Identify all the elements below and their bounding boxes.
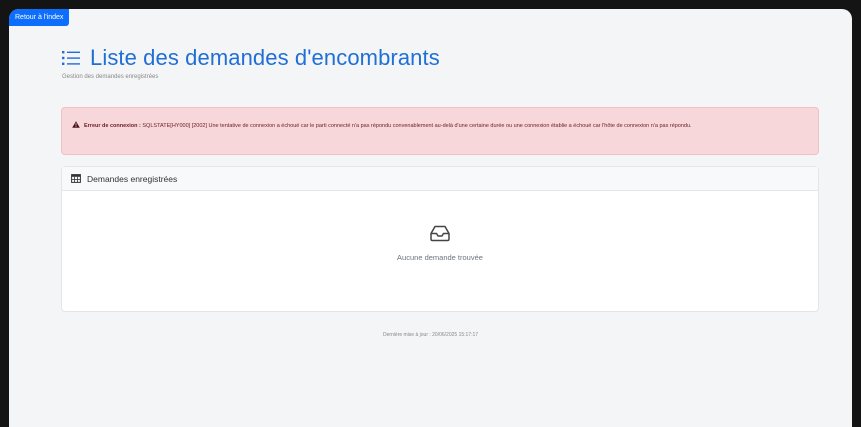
alert-label: Erreur de connexion : (84, 123, 141, 129)
last-update-footer: Dernière mise à jour : 20/06/2025 15:17:… (382, 332, 479, 338)
empty-message: Aucune demande trouvée (397, 253, 483, 262)
card-header: Demandes enregistrées (62, 167, 818, 191)
page-header: Liste des demandes d'encombrants Gestion… (61, 45, 440, 80)
page-subtitle: Gestion des demandes enregistrées (62, 74, 159, 80)
table-icon (71, 174, 81, 183)
error-alert: Erreur de connexion : SQLSTATE[HY000] [2… (61, 107, 819, 155)
inbox-icon (430, 225, 450, 242)
list-icon (62, 51, 80, 65)
back-to-index-button[interactable]: Retour à l'index (9, 9, 70, 26)
alert-message: SQLSTATE[HY000] [2002] Une tentative de … (142, 123, 692, 129)
card-title: Demandes enregistrées (87, 173, 178, 184)
empty-state: Aucune demande trouvée (62, 225, 818, 262)
title-row: Liste des demandes d'encombrants (61, 45, 440, 71)
browser-window: Retour à l'index Liste des demandes d'en… (9, 9, 852, 427)
warning-triangle-icon (72, 121, 80, 128)
requests-card: Demandes enregistrées Aucune demande tro… (61, 166, 819, 312)
page-title: Liste des demandes d'encombrants (90, 45, 440, 70)
